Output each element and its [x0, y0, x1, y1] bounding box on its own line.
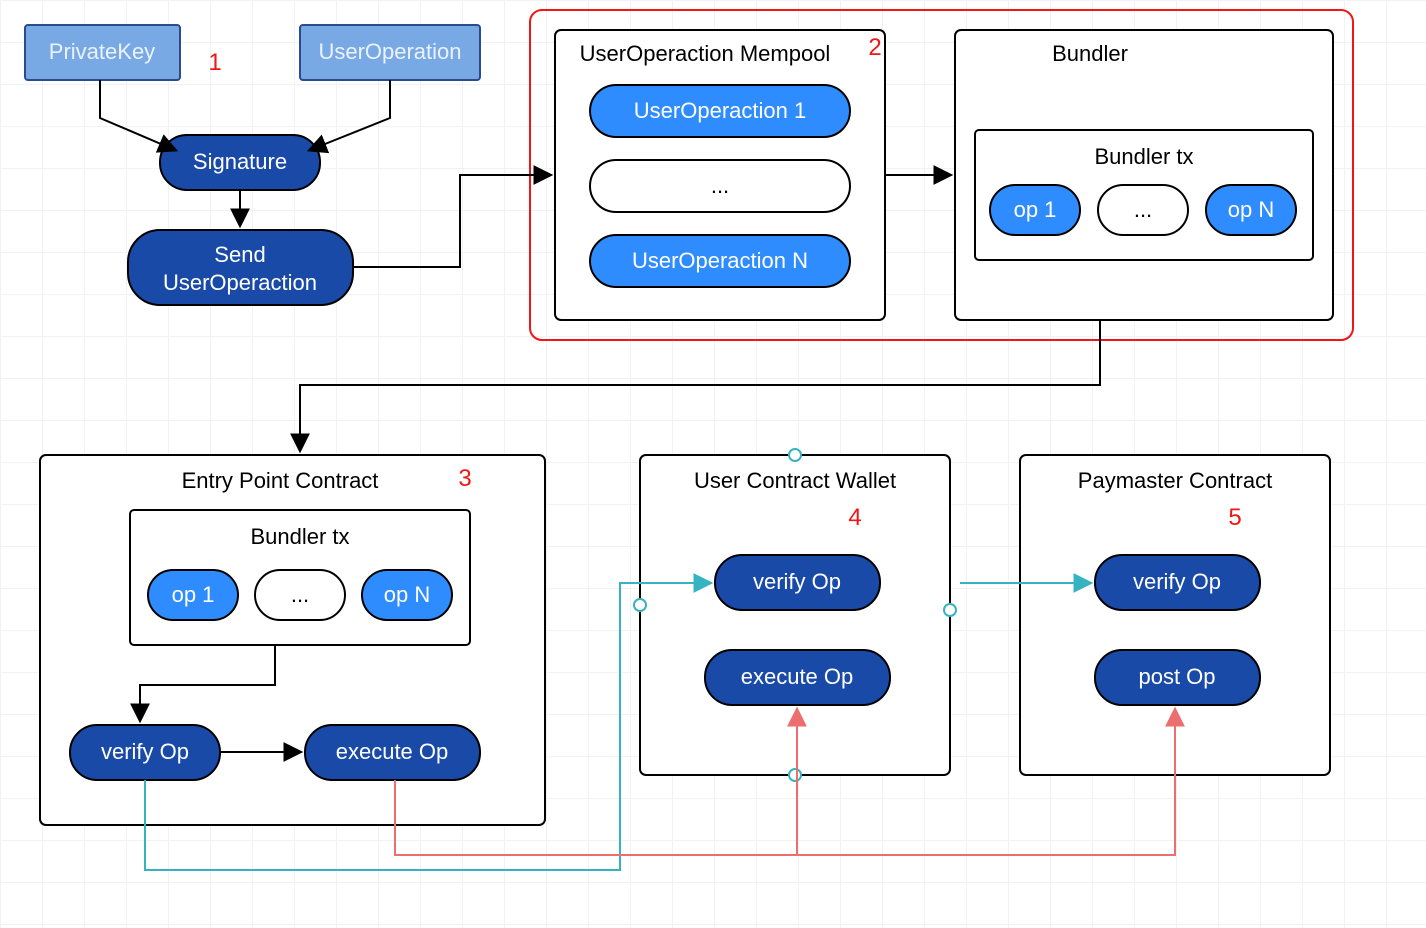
arrow-uo-to-sig	[310, 80, 390, 150]
bundler-tx-title: Bundler tx	[1094, 144, 1193, 169]
user-op-label: UserOperation	[318, 39, 461, 64]
arrow-pk-to-sig	[100, 80, 175, 150]
teal-dot-4	[789, 769, 801, 781]
teal-dot-2	[789, 449, 801, 461]
entry-verify-label: verify Op	[101, 739, 189, 764]
step-5-label: 5	[1228, 504, 1241, 531]
step-3-label: 3	[458, 465, 471, 492]
signature-label: Signature	[193, 149, 287, 174]
entry-op-1-label: op 1	[172, 582, 215, 607]
bundler-op-1-label: op 1	[1014, 197, 1057, 222]
entry-title: Entry Point Contract	[182, 468, 379, 493]
step-4-label: 4	[848, 504, 861, 531]
bundler-op-dots-label: ...	[1134, 197, 1152, 222]
mempool-op-n-label: UserOperaction N	[632, 248, 808, 273]
wallet-execute-label: execute Op	[741, 664, 854, 689]
entry-execute-label: execute Op	[336, 739, 449, 764]
entry-op-n-label: op N	[384, 582, 430, 607]
paymaster-title: Paymaster Contract	[1078, 468, 1272, 493]
step-2-label: 2	[868, 34, 881, 61]
bundler-op-n-label: op N	[1228, 197, 1274, 222]
paymaster-verify-label: verify Op	[1133, 569, 1221, 594]
mempool-op-dots-label: ...	[711, 173, 729, 198]
send-label-2: UserOperaction	[163, 270, 317, 295]
teal-dot-3	[944, 604, 956, 616]
entry-op-dots-label: ...	[291, 582, 309, 607]
mempool-title: UserOperaction Mempool	[580, 41, 831, 66]
paymaster-post-label: post Op	[1138, 664, 1215, 689]
step-1-label: 1	[208, 49, 221, 76]
private-key-label: PrivateKey	[49, 39, 155, 64]
send-label-1: Send	[214, 242, 265, 267]
bundler-title: Bundler	[1052, 41, 1128, 66]
wallet-box	[640, 455, 950, 775]
diagram-canvas: PrivateKey UserOperation 1 Signature Sen…	[0, 0, 1426, 928]
wallet-verify-label: verify Op	[753, 569, 841, 594]
teal-dot-1	[634, 599, 646, 611]
mempool-op-1-label: UserOperaction 1	[634, 98, 806, 123]
entry-tx-title: Bundler tx	[250, 524, 349, 549]
wallet-title: User Contract Wallet	[694, 468, 896, 493]
arrow-send-to-mempool	[353, 175, 550, 267]
